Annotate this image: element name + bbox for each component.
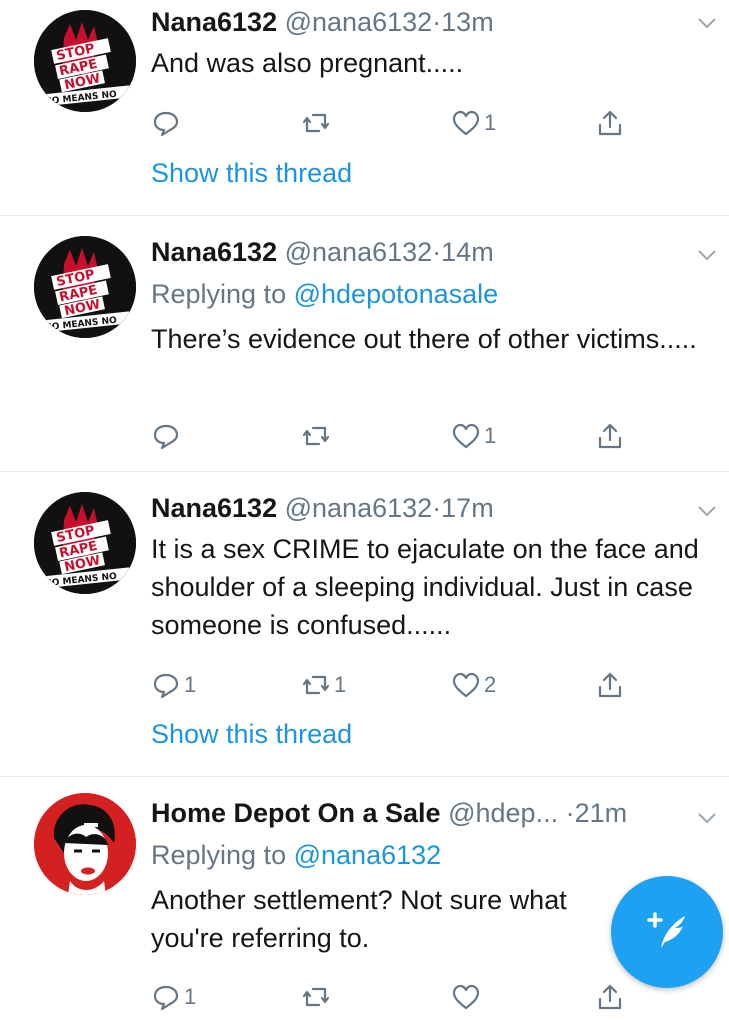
separator-dot: · bbox=[432, 493, 442, 523]
tweet[interactable]: STOP RAPE NOW NO MEANS NO Nana6132 @nana… bbox=[0, 472, 729, 776]
user-handle[interactable]: @nana6132 bbox=[285, 7, 433, 37]
display-name[interactable]: Nana6132 bbox=[151, 493, 277, 523]
tweet-header: Nana6132 @nana6132·17m bbox=[151, 492, 689, 524]
display-name[interactable]: Home Depot On a Sale bbox=[151, 798, 441, 828]
share-button[interactable] bbox=[595, 668, 625, 702]
replying-to-label: Replying to bbox=[151, 840, 287, 870]
user-handle[interactable]: @nana6132 bbox=[285, 493, 433, 523]
replying-to-label: Replying to bbox=[151, 279, 287, 309]
timestamp[interactable]: 14m bbox=[441, 237, 494, 267]
avatar[interactable] bbox=[34, 793, 136, 895]
heart-icon bbox=[452, 110, 480, 136]
reply-icon bbox=[153, 424, 179, 450]
share-icon bbox=[598, 423, 622, 449]
tweet[interactable]: STOP RAPE NOW NO MEANS NO Nana6132 @nana… bbox=[0, 216, 729, 471]
reply-count: 1 bbox=[184, 672, 197, 697]
avatar[interactable]: STOP RAPE NOW NO MEANS NO bbox=[34, 10, 136, 112]
retweet-button[interactable]: 1 bbox=[301, 668, 346, 702]
compose-tweet-icon bbox=[647, 912, 685, 948]
timestamp[interactable]: 17m bbox=[441, 493, 494, 523]
stop-rape-now-logo: STOP RAPE NOW NO MEANS NO bbox=[34, 236, 136, 338]
tweet-header: Home Depot On a Sale @hdep... ·21m bbox=[151, 797, 679, 829]
like-count: 1 bbox=[484, 110, 497, 135]
retweet-icon bbox=[302, 675, 330, 695]
heart-icon bbox=[452, 672, 480, 698]
retweet-icon bbox=[302, 426, 330, 446]
user-handle[interactable]: @hdep... bbox=[448, 798, 558, 828]
like-button[interactable]: 1 bbox=[451, 419, 496, 453]
retweet-button[interactable] bbox=[301, 980, 334, 1014]
chevron-down-icon[interactable] bbox=[696, 12, 718, 34]
reply-button[interactable] bbox=[151, 106, 184, 140]
chevron-down-icon[interactable] bbox=[696, 244, 718, 266]
replying-to: Replying to @nana6132 bbox=[151, 839, 441, 871]
share-button[interactable] bbox=[595, 106, 625, 140]
reply-icon bbox=[153, 673, 179, 699]
tweet-text: There’s evidence out there of other vict… bbox=[151, 324, 697, 354]
reply-button[interactable]: 1 bbox=[151, 980, 196, 1014]
tweet-text: And was also pregnant..... bbox=[151, 48, 464, 78]
reply-button[interactable] bbox=[151, 419, 184, 453]
share-icon bbox=[598, 672, 622, 698]
retweet-icon bbox=[302, 987, 330, 1007]
user-handle[interactable]: @nana6132 bbox=[285, 237, 433, 267]
reply-count: 1 bbox=[184, 984, 197, 1009]
like-button[interactable]: 2 bbox=[451, 668, 496, 702]
compose-tweet-button[interactable] bbox=[611, 876, 723, 988]
retweet-button[interactable] bbox=[301, 106, 334, 140]
mention-link[interactable]: @hdepotonasale bbox=[294, 279, 499, 309]
show-thread-link[interactable]: Show this thread bbox=[151, 719, 352, 750]
tweet-actions: 1 1 2 bbox=[151, 668, 651, 702]
separator-dot: · bbox=[432, 7, 442, 37]
display-name[interactable]: Nana6132 bbox=[151, 7, 277, 37]
heart-icon bbox=[452, 984, 480, 1010]
tweet-header: Nana6132 @nana6132·14m bbox=[151, 236, 689, 268]
timestamp[interactable]: 13m bbox=[441, 7, 494, 37]
chevron-down-icon[interactable] bbox=[696, 807, 718, 829]
tweet[interactable]: STOP RAPE NOW NO MEANS NO Nana6132 @nana… bbox=[0, 0, 729, 215]
reply-icon bbox=[153, 985, 179, 1011]
portrait-avatar bbox=[34, 793, 136, 895]
like-count: 1 bbox=[484, 423, 497, 448]
retweet-button[interactable] bbox=[301, 419, 334, 453]
retweet-count: 1 bbox=[334, 672, 347, 697]
show-thread-link[interactable]: Show this thread bbox=[151, 158, 352, 189]
chevron-down-icon[interactable] bbox=[696, 500, 718, 522]
share-button[interactable] bbox=[595, 980, 625, 1014]
stop-rape-now-logo: STOP RAPE NOW NO MEANS NO bbox=[34, 10, 136, 112]
avatar[interactable]: STOP RAPE NOW NO MEANS NO bbox=[34, 236, 136, 338]
retweet-icon bbox=[302, 113, 330, 133]
stop-rape-now-logo: STOP RAPE NOW NO MEANS NO bbox=[34, 492, 136, 594]
like-button[interactable]: 1 bbox=[451, 106, 496, 140]
tweet-actions: 1 bbox=[151, 106, 651, 140]
heart-icon bbox=[452, 423, 480, 449]
reply-icon bbox=[153, 111, 179, 137]
separator-dot: · bbox=[432, 237, 442, 267]
like-count: 2 bbox=[484, 672, 497, 697]
tweet-text: Another settlement? Not sure what you're… bbox=[151, 885, 567, 953]
mention-link[interactable]: @nana6132 bbox=[294, 840, 442, 870]
tweet-actions: 1 bbox=[151, 419, 651, 453]
timestamp[interactable]: 21m bbox=[575, 798, 628, 828]
like-button[interactable] bbox=[451, 980, 484, 1014]
separator-dot: · bbox=[565, 798, 575, 828]
tweet-actions: 1 bbox=[151, 980, 651, 1014]
share-button[interactable] bbox=[595, 419, 625, 453]
tweet-header: Nana6132 @nana6132·13m bbox=[151, 6, 689, 38]
tweet-text: It is a sex CRIME to ejaculate on the fa… bbox=[151, 534, 699, 640]
replying-to: Replying to @hdepotonasale bbox=[151, 278, 498, 310]
reply-button[interactable]: 1 bbox=[151, 668, 196, 702]
avatar[interactable]: STOP RAPE NOW NO MEANS NO bbox=[34, 492, 136, 594]
share-icon bbox=[598, 984, 622, 1010]
display-name[interactable]: Nana6132 bbox=[151, 237, 277, 267]
share-icon bbox=[598, 110, 622, 136]
